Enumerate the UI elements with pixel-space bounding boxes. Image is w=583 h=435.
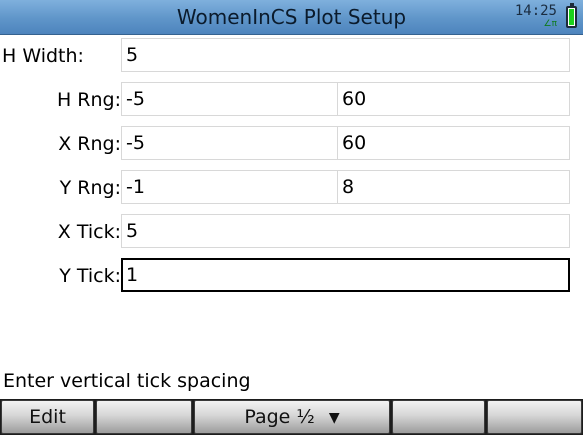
softkey-2[interactable] — [96, 400, 192, 434]
angle-mode-icon: ∠π — [543, 19, 558, 29]
y-tick-row: Y Tick: 1 — [0, 254, 583, 298]
battery-icon — [566, 3, 577, 28]
h-width-row: H Width: 5 — [0, 34, 583, 78]
h-rng-max-field[interactable]: 60 — [337, 82, 570, 116]
page-softkey-label: Page ½ — [244, 406, 315, 428]
title-bar: WomenInCS Plot Setup 14:25 ∠π — [0, 0, 583, 35]
h-rng-row: H Rng: -5 60 — [0, 78, 583, 122]
h-width-label: H Width: — [2, 45, 84, 67]
x-tick-row: X Tick: 5 — [0, 210, 583, 254]
h-rng-min-field[interactable]: -5 — [121, 82, 338, 116]
h-width-field[interactable]: 5 — [121, 38, 570, 72]
softkey-5[interactable] — [392, 400, 485, 434]
edit-softkey[interactable]: Edit — [1, 400, 94, 434]
y-tick-field[interactable]: 1 — [121, 258, 570, 292]
h-rng-label: H Rng: — [56, 89, 121, 111]
y-tick-label: Y Tick: — [59, 265, 121, 287]
y-rng-min-field[interactable]: -1 — [121, 170, 338, 204]
page-softkey[interactable]: Page ½ ▼ — [194, 400, 390, 434]
softkey-bar: Edit Page ½ ▼ — [0, 399, 583, 435]
x-rng-max-field[interactable]: 60 — [337, 126, 570, 160]
y-rng-label: Y Rng: — [59, 177, 121, 199]
app-title: WomenInCS Plot Setup — [176, 5, 407, 29]
help-text: Enter vertical tick spacing — [3, 370, 251, 392]
x-rng-min-field[interactable]: -5 — [121, 126, 338, 160]
x-rng-label: X Rng: — [58, 133, 121, 155]
pin-icon: ▼ — [328, 409, 340, 426]
clock: 14:25 — [514, 3, 557, 19]
x-tick-field[interactable]: 5 — [121, 214, 570, 248]
y-rng-max-field[interactable]: 8 — [337, 170, 570, 204]
y-rng-row: Y Rng: -1 8 — [0, 166, 583, 210]
softkey-6[interactable] — [487, 400, 582, 434]
x-rng-row: X Rng: -5 60 — [0, 122, 583, 166]
x-tick-label: X Tick: — [57, 221, 121, 243]
